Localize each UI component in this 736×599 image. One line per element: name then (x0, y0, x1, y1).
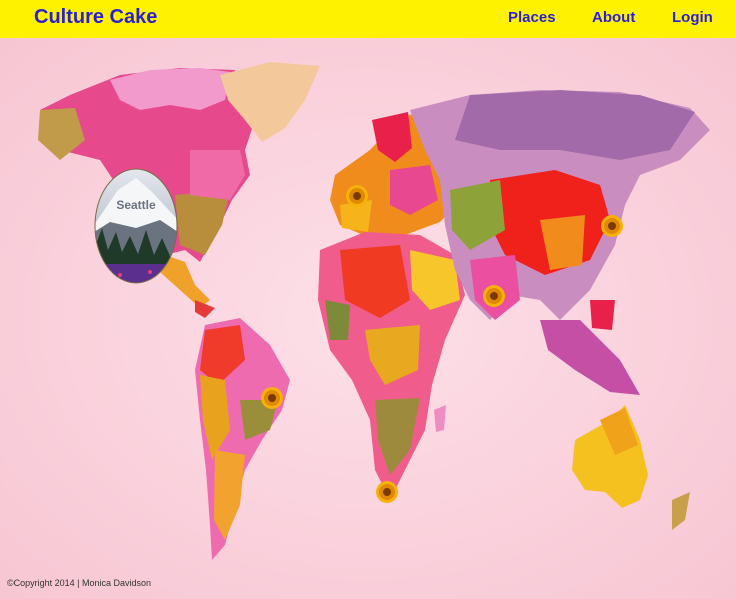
nav-link-places[interactable]: Places (508, 9, 556, 26)
sunflower-icon[interactable] (376, 481, 398, 503)
brand-logo-link[interactable]: Culture Cake (34, 6, 157, 29)
sunflower-icon[interactable] (346, 185, 368, 207)
header-bar: Culture Cake Places About Login (0, 0, 736, 38)
sunflower-icon[interactable] (601, 215, 623, 237)
world-map: Seattle (0, 38, 736, 599)
copyright-text: ©Copyright 2014 | Monica Davidson (7, 578, 152, 588)
place-label-seattle: Seattle (116, 198, 156, 212)
nav-link-login[interactable]: Login (672, 9, 713, 26)
nav-link-about[interactable]: About (592, 9, 635, 26)
sunflower-icon[interactable] (261, 387, 283, 409)
sunflower-icon[interactable] (483, 285, 505, 307)
